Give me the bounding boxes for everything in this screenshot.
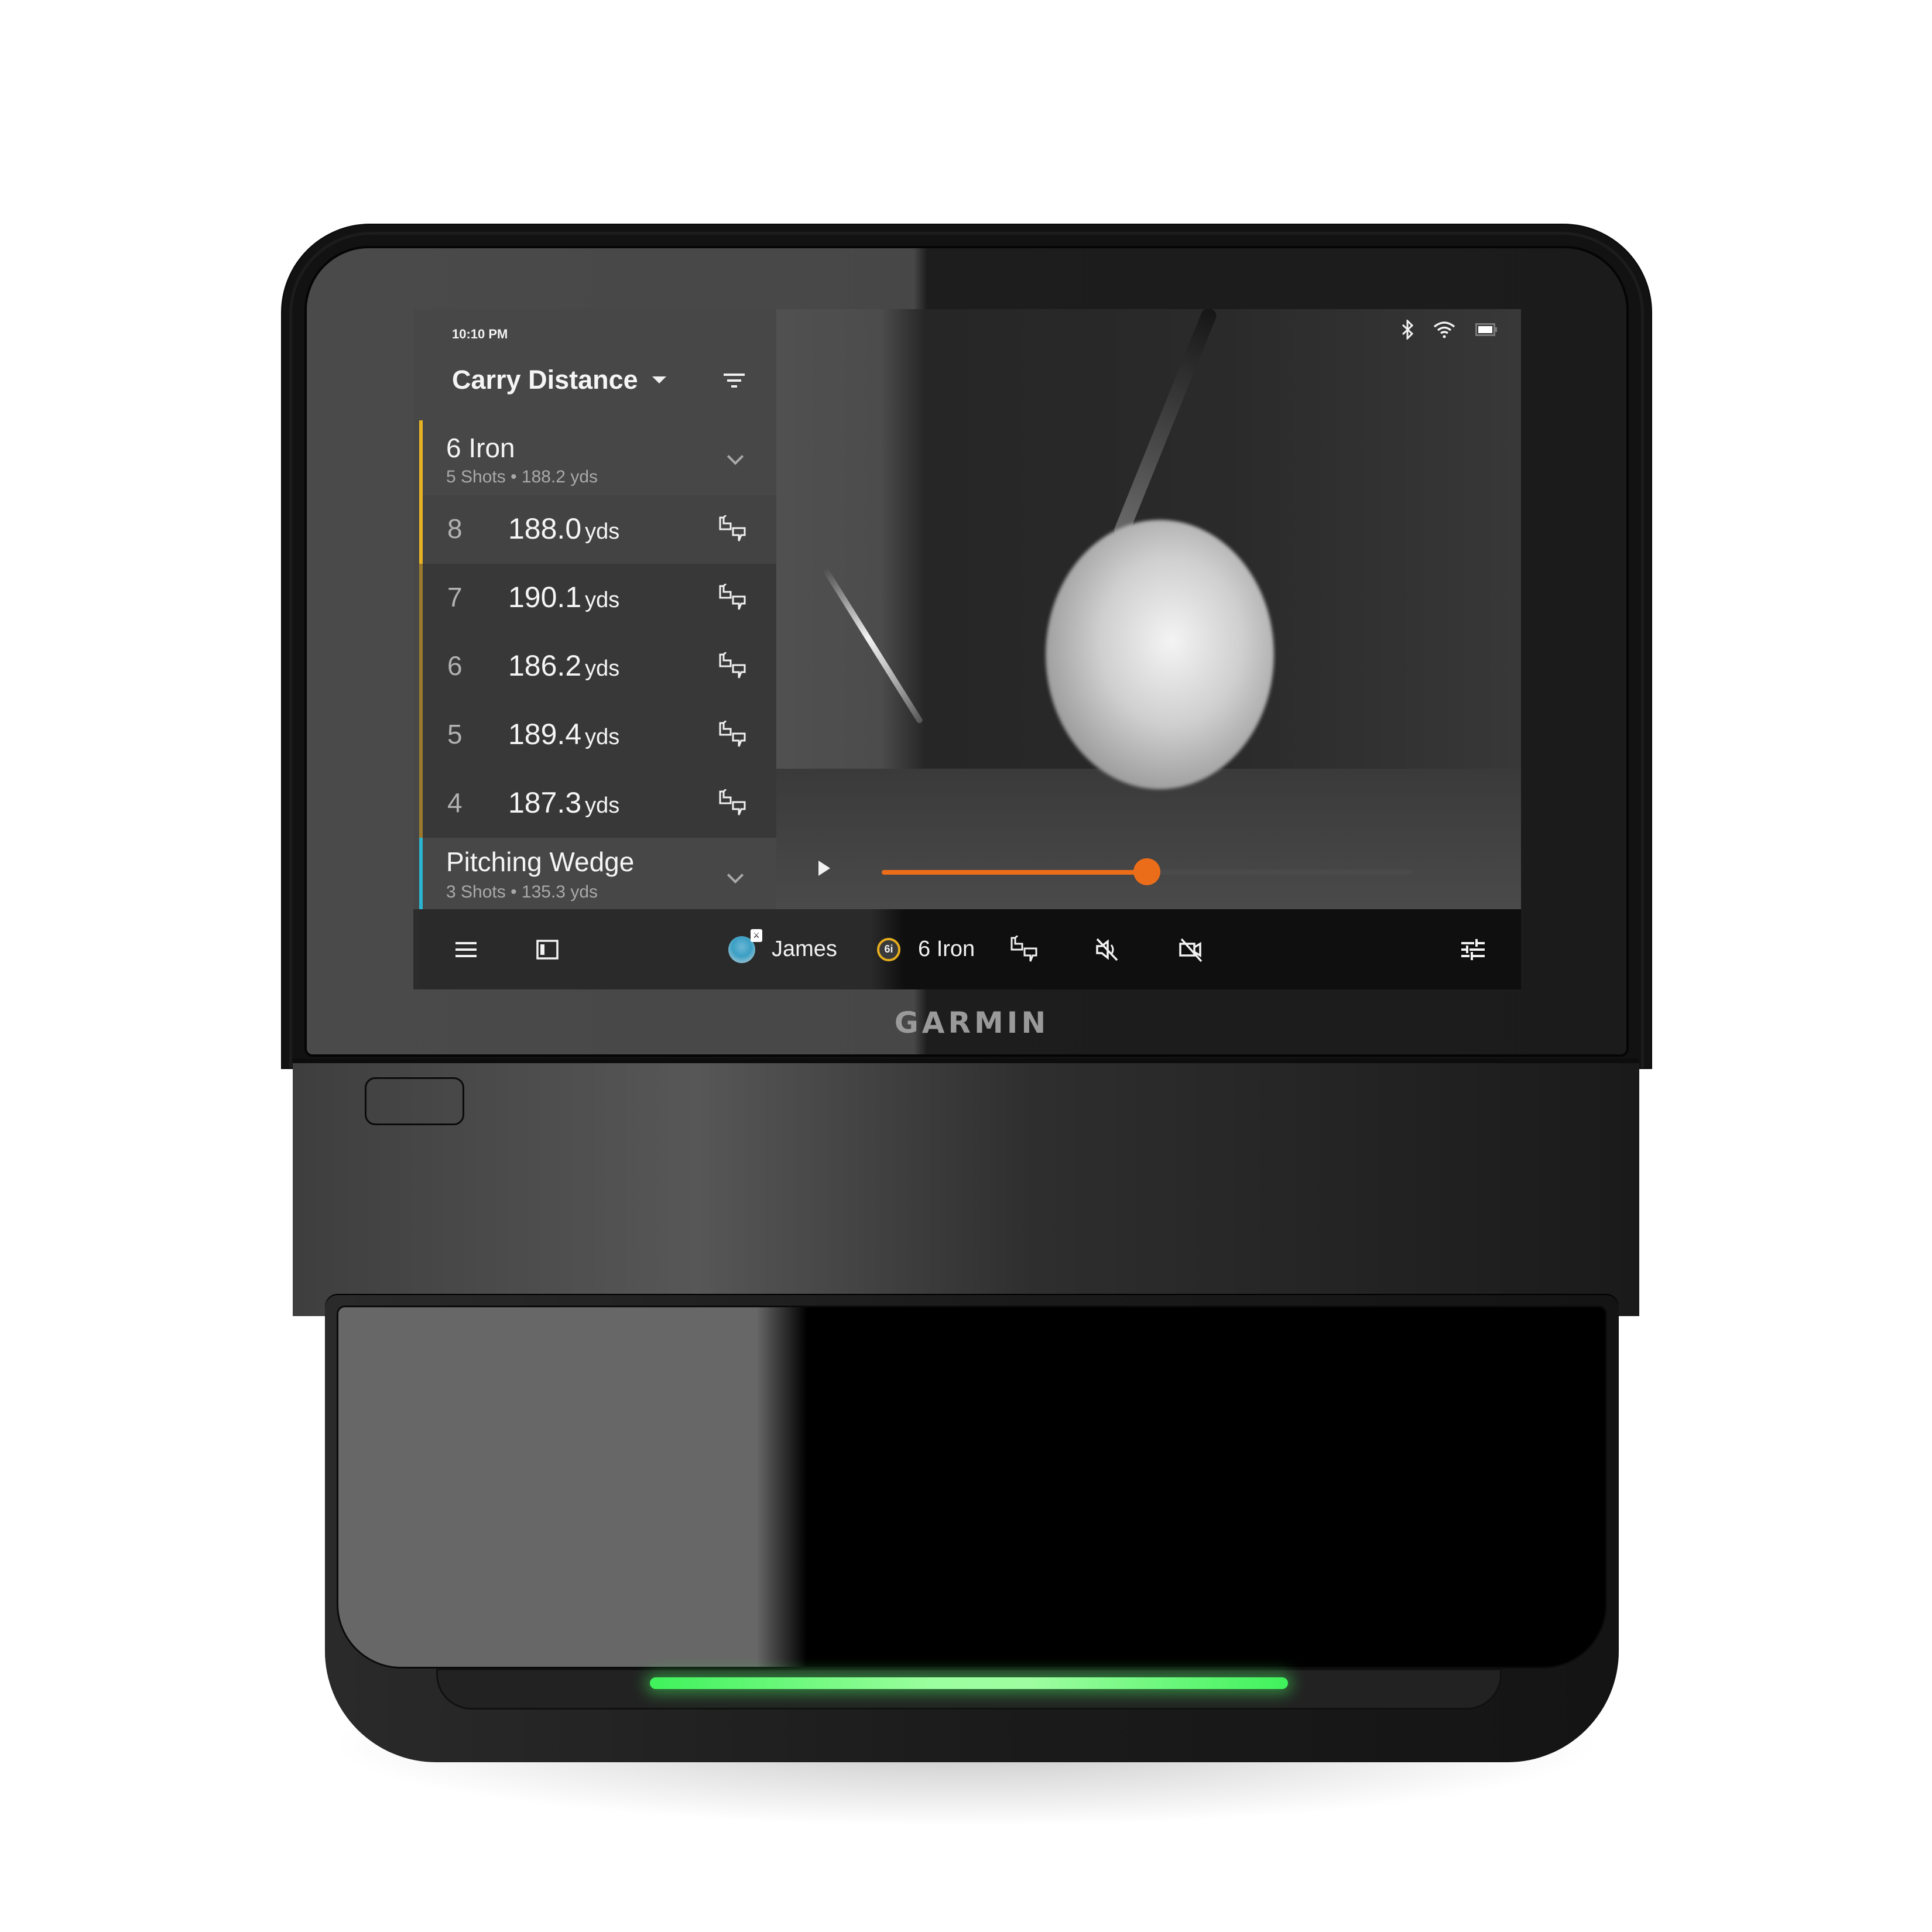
shot-distance-value: 189.4 <box>508 718 582 751</box>
wifi-icon <box>1433 321 1455 338</box>
shot-distance-value: 186.2 <box>508 649 582 682</box>
sensor-window <box>337 1306 1607 1669</box>
shot-distance: 186.2 yds <box>508 649 619 683</box>
brand-logo: GARMIN <box>894 1006 1050 1040</box>
video-floor <box>776 769 1521 909</box>
shot-row[interactable]: 5 189.4 yds <box>419 701 776 769</box>
metric-selector-label: Carry Distance <box>452 365 638 395</box>
club-group-pitching-wedge[interactable]: Pitching Wedge 3 Shots • 135.3 yds <box>419 838 776 909</box>
shot-list-panel: 10:10 PM Carry Distance 6 Iron 5 Shots •… <box>413 309 776 909</box>
shot-feedback-icon[interactable] <box>718 584 748 612</box>
swing-video[interactable] <box>776 309 1521 909</box>
status-led-bar <box>650 1677 1288 1689</box>
shot-distance-value: 190.1 <box>508 581 582 614</box>
golf-crest-icon: ⚔ <box>751 929 762 942</box>
club-group-6-iron[interactable]: 6 Iron 5 Shots • 188.2 yds <box>419 420 776 495</box>
chevron-down-icon[interactable] <box>727 448 744 465</box>
shot-rail <box>419 495 423 564</box>
shot-distance-value: 188.0 <box>508 512 582 545</box>
status-icons <box>1402 320 1498 340</box>
shot-rail <box>419 701 423 769</box>
chevron-down-icon[interactable] <box>727 866 744 884</box>
shot-number: 5 <box>447 719 463 749</box>
bluetooth-icon <box>1402 320 1413 340</box>
shot-feedback-icon[interactable] <box>718 652 748 680</box>
audio-off-icon <box>1096 938 1118 961</box>
audio-toggle-button[interactable] <box>1094 909 1119 989</box>
shot-distance: 187.3 yds <box>508 786 619 820</box>
shot-feedback-icon[interactable] <box>718 789 748 817</box>
caret-down-icon <box>652 376 666 383</box>
settings-button[interactable] <box>1461 909 1485 989</box>
seek-thumb[interactable] <box>1133 858 1160 885</box>
status-time: 10:10 PM <box>452 327 508 341</box>
video-seek-slider[interactable] <box>882 858 1412 885</box>
shot-distance: 190.1 yds <box>508 580 619 614</box>
device-screen: 10:10 PM Carry Distance 6 Iron 5 Shots •… <box>413 309 1521 989</box>
shot-feedback-icon[interactable] <box>718 721 748 749</box>
bottom-toolbar: ⚔ James 6i 6 Iron <box>419 909 1521 989</box>
club-group-name: 6 Iron <box>446 433 515 463</box>
menu-icon <box>455 941 477 957</box>
player-avatar: ⚔ <box>728 929 762 963</box>
video-club-shaft <box>1112 309 1219 540</box>
camera-off-icon <box>1179 938 1203 962</box>
tune-icon <box>1461 938 1485 960</box>
club-group-summary: 5 Shots • 188.2 yds <box>446 467 598 487</box>
club-accent-bar <box>419 838 423 909</box>
shot-distance-unit: yds <box>585 656 620 681</box>
shot-number: 4 <box>447 787 463 818</box>
shot-row[interactable]: 6 186.2 yds <box>419 632 776 701</box>
club-name: 6 Iron <box>918 937 975 961</box>
layout-toggle-button[interactable] <box>536 909 559 989</box>
club-group-summary: 3 Shots • 135.3 yds <box>446 882 598 902</box>
shot-row[interactable]: 8 188.0 yds <box>419 495 776 564</box>
shot-distance-unit: yds <box>585 793 620 818</box>
club-group-name: Pitching Wedge <box>446 847 635 877</box>
home-button[interactable] <box>365 1077 464 1125</box>
shot-distance: 188.0 yds <box>508 512 619 546</box>
shot-number: 6 <box>447 650 463 681</box>
club-selector[interactable]: 6i 6 Iron <box>877 909 975 989</box>
club-accent-bar <box>419 420 423 495</box>
shot-distance-value: 187.3 <box>508 786 582 819</box>
filter-icon[interactable] <box>724 374 745 389</box>
menu-button[interactable] <box>455 909 478 989</box>
shot-feedback-icon[interactable] <box>718 515 748 543</box>
panel-layout-icon <box>536 939 559 960</box>
shot-feedback-button[interactable] <box>1009 909 1040 989</box>
metric-selector-dropdown[interactable]: Carry Distance <box>452 365 666 395</box>
shot-rail <box>419 769 423 838</box>
shot-row[interactable]: 7 190.1 yds <box>419 564 776 632</box>
shot-distance-unit: yds <box>585 519 620 544</box>
shot-list: 8 188.0 yds 7 190.1 yds 6 186.2 yds 5 189.4… <box>419 495 776 838</box>
battery-icon <box>1475 323 1497 336</box>
seek-progress-fill <box>882 870 1147 875</box>
shot-distance-unit: yds <box>585 588 620 612</box>
shot-rail <box>419 632 423 701</box>
bezel-right-area <box>1521 309 1609 989</box>
shot-row[interactable]: 4 187.3 yds <box>419 769 776 838</box>
play-button[interactable] <box>818 861 830 876</box>
shot-feedback-icon <box>1010 935 1037 962</box>
shot-distance-unit: yds <box>585 725 620 749</box>
camera-toggle-button[interactable] <box>1178 909 1204 989</box>
club-badge: 6i <box>877 937 900 961</box>
shot-distance: 189.4 yds <box>508 717 619 751</box>
shot-number: 7 <box>447 582 463 612</box>
video-golf-ball <box>1046 520 1274 789</box>
player-selector[interactable]: ⚔ James <box>728 909 837 989</box>
video-club-edge <box>822 567 924 725</box>
led-slot <box>436 1669 1502 1710</box>
shot-rail <box>419 564 423 632</box>
player-name: James <box>772 937 837 961</box>
shot-number: 8 <box>447 513 463 544</box>
device-lower-body <box>293 1059 1639 1316</box>
